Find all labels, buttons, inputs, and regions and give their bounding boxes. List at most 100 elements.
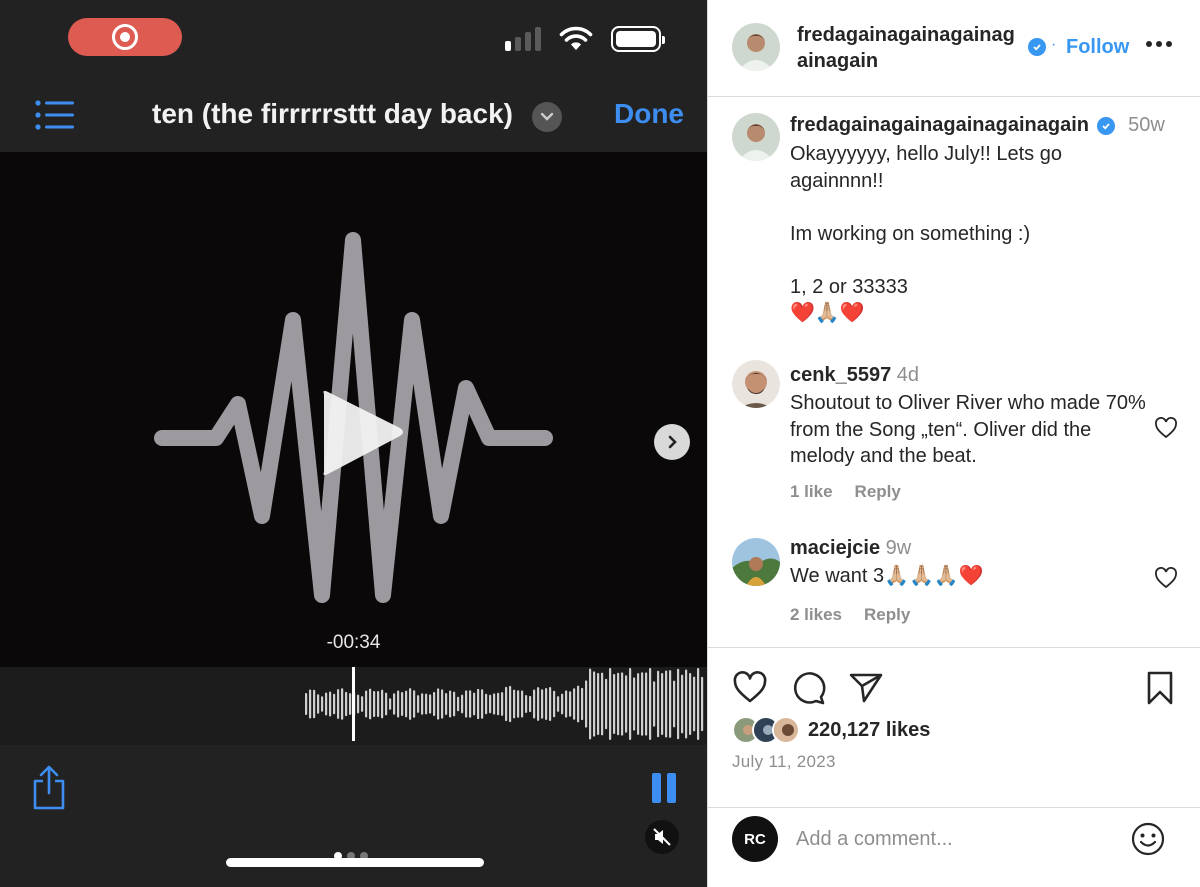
author-avatar[interactable]: [732, 23, 780, 71]
save-bookmark-icon[interactable]: [1142, 670, 1178, 706]
waveform-bar: [645, 672, 648, 736]
add-comment-bar: RC: [708, 807, 1200, 887]
waveform-bar: [533, 689, 536, 719]
post-media-video[interactable]: ten (the firrrrrsttt day back) Done -00:…: [0, 0, 707, 887]
playback-controls: [0, 745, 707, 887]
waveform-bar: [681, 674, 684, 734]
more-options-icon[interactable]: [1146, 34, 1176, 54]
reply-button[interactable]: Reply: [855, 482, 901, 502]
reply-button[interactable]: Reply: [864, 605, 910, 625]
waveform-bar: [337, 689, 340, 719]
post-header: fredagainagainagainagainagain · Follow: [708, 0, 1200, 97]
comment-text: We want 3🙏🏼🙏🏼🙏🏼❤️: [790, 565, 984, 587]
list-icon[interactable]: [34, 98, 76, 132]
share-send-icon[interactable]: [848, 670, 884, 706]
ios-status-bar: [0, 0, 707, 84]
waveform-bar: [369, 688, 372, 720]
emoji-icon[interactable]: [1130, 821, 1166, 857]
current-user-avatar[interactable]: RC: [732, 816, 778, 862]
post-details-panel: fredagainagainagainagainagain · Follow f…: [707, 0, 1200, 887]
like-comment-heart-icon[interactable]: [1154, 417, 1178, 439]
commenter-avatar[interactable]: [732, 538, 780, 586]
waveform-bar: [365, 690, 368, 718]
record-icon: [112, 24, 138, 50]
waveform-bar: [421, 693, 424, 715]
comment-username[interactable]: maciejcie: [790, 537, 880, 559]
waveform-bar: [613, 674, 616, 734]
waveform-bar: [481, 689, 484, 719]
waveform-bar: [313, 689, 316, 719]
caption-username[interactable]: fredagainagainagainagainagain: [790, 114, 1089, 136]
waveform-bar: [513, 689, 516, 719]
waveform-bar: [345, 691, 348, 717]
waveform-bar: [441, 689, 444, 719]
waveform-scrubber[interactable]: [0, 667, 707, 745]
waveform-bar: [585, 680, 588, 728]
video-frame[interactable]: -00:34: [0, 152, 707, 667]
like-heart-icon[interactable]: [732, 670, 768, 706]
like-comment-heart-icon[interactable]: [1154, 567, 1178, 589]
waveform-bar: [601, 672, 604, 736]
waveform-bar: [461, 694, 464, 714]
voice-memo-navbar: ten (the firrrrrsttt day back) Done: [0, 84, 707, 152]
comment-bubble-icon[interactable]: [790, 670, 826, 706]
waveform-bar: [373, 691, 376, 717]
done-button[interactable]: Done: [614, 98, 684, 130]
play-icon[interactable]: [312, 384, 412, 484]
waveform-bar: [485, 693, 488, 715]
waveform-bar: [489, 694, 492, 714]
waveform-bar: [673, 680, 676, 728]
share-icon[interactable]: [30, 765, 68, 811]
waveform-bar: [665, 670, 668, 738]
likes-summary[interactable]: 220,127 likes: [732, 716, 930, 744]
caption-text: Okayyyyyy, hello July!! Lets go againnnn…: [790, 143, 1062, 324]
waveform-bar: [409, 688, 412, 720]
comment-time[interactable]: 4d: [897, 364, 919, 386]
comment-time[interactable]: 9w: [886, 537, 912, 559]
waveform-bar: [477, 688, 480, 720]
author-username[interactable]: fredagainagainagainagainagain: [797, 22, 1022, 74]
waveform-bar: [649, 668, 652, 740]
waveform-bar: [549, 686, 552, 722]
waveform-bar: [357, 694, 360, 714]
battery-icon: [611, 26, 665, 52]
caption-avatar[interactable]: [732, 113, 780, 161]
waveform-bar: [657, 670, 660, 738]
post-date[interactable]: July 11, 2023: [732, 752, 836, 772]
waveform-bar: [433, 692, 436, 716]
comment-input[interactable]: [796, 824, 1116, 854]
waveform-bar: [389, 698, 392, 710]
waveform-bar: [429, 694, 432, 714]
waveform-bar: [697, 668, 700, 740]
waveform-bar: [305, 693, 308, 715]
cellular-signal-icon: [505, 27, 541, 51]
waveform-bar: [605, 678, 608, 730]
waveform-bar: [561, 693, 564, 715]
waveform-bar: [473, 692, 476, 716]
waveform-bar: [453, 691, 456, 717]
playhead[interactable]: [352, 667, 355, 741]
wifi-icon: [559, 26, 593, 50]
waveform-bar: [417, 695, 420, 713]
likes-count[interactable]: 220,127 likes: [808, 719, 930, 742]
liker-avatar: [772, 716, 800, 744]
commenter-avatar[interactable]: [732, 360, 780, 408]
mute-button[interactable]: [645, 820, 679, 854]
waveform-bar: [333, 693, 336, 715]
carousel-next-button[interactable]: [654, 424, 690, 460]
chevron-down-icon[interactable]: [532, 102, 562, 132]
waveform-bar: [573, 688, 576, 720]
waveform-bar: [405, 690, 408, 718]
screen-record-indicator[interactable]: [68, 18, 182, 56]
comment-like-count[interactable]: 2 likes: [790, 605, 842, 625]
waveform-bar: [625, 675, 628, 733]
caption-time[interactable]: 50w: [1128, 114, 1165, 136]
waveform-bar: [401, 691, 404, 717]
waveform-bar: [621, 672, 624, 736]
follow-button[interactable]: Follow: [1066, 36, 1129, 59]
comment-like-count[interactable]: 1 like: [790, 482, 833, 502]
comment-username[interactable]: cenk_5597: [790, 364, 891, 386]
waveform-bar: [349, 693, 352, 715]
pause-button[interactable]: [652, 773, 676, 803]
waveform-bar: [537, 687, 540, 721]
